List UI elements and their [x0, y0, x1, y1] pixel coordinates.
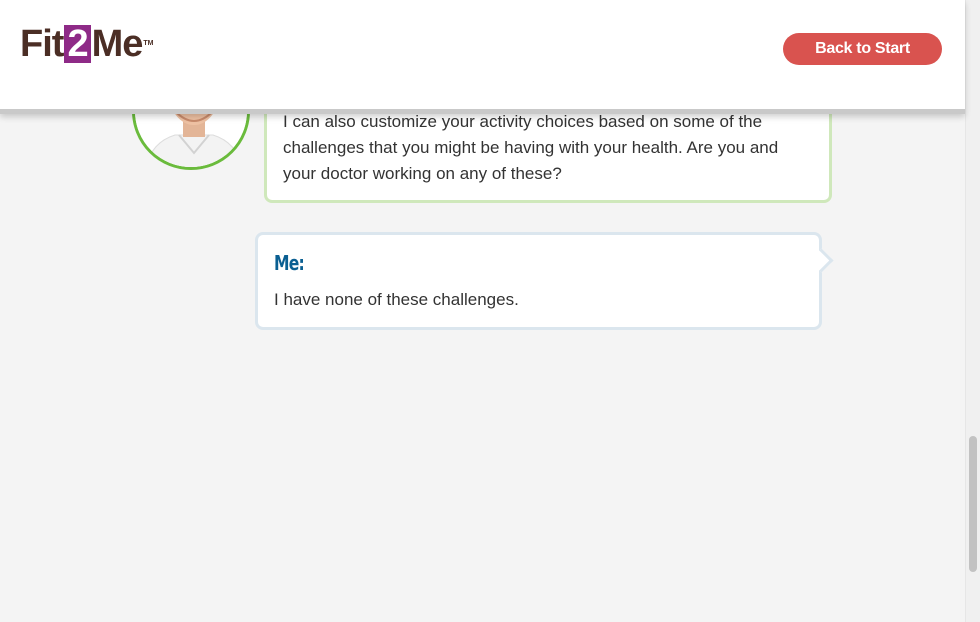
logo-me-text: Me	[91, 23, 144, 65]
me-label: Me:	[274, 251, 305, 275]
page-scrollbar[interactable]	[965, 0, 980, 622]
coach-message-text: I can also customize your activity choic…	[283, 112, 779, 183]
user-response-text: I have none of these challenges.	[274, 290, 519, 309]
site-header: Fit 2 Me TM Back to Start	[0, 0, 965, 114]
back-to-start-button[interactable]: Back to Start	[783, 33, 942, 65]
scrollbar-thumb[interactable]	[969, 436, 977, 572]
logo-trademark: TM	[143, 40, 154, 47]
logo-fit-text: Fit	[20, 23, 64, 65]
fit2me-logo[interactable]: Fit 2 Me TM	[20, 24, 153, 64]
user-response-bubble: Me: I have none of these challenges.	[255, 232, 822, 330]
logo-two-badge: 2	[64, 25, 91, 63]
